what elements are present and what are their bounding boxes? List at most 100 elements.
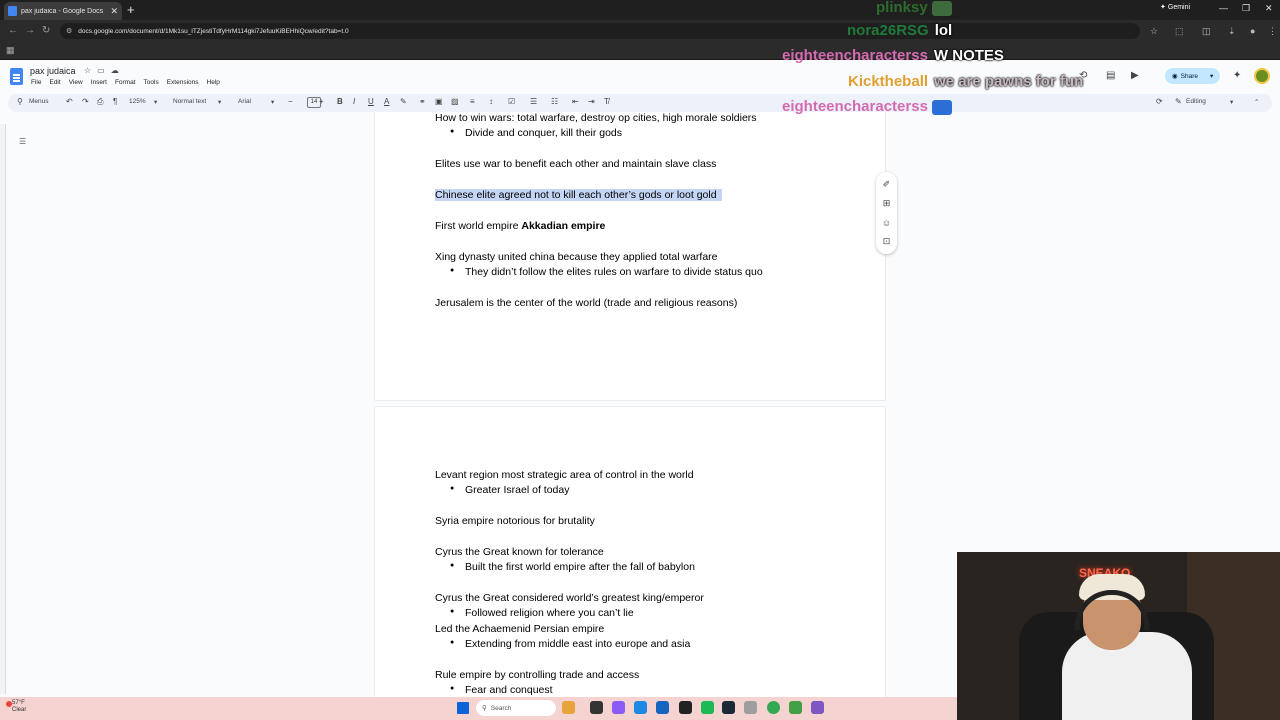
redo-icon[interactable]: ↷	[82, 97, 89, 106]
checklist-icon[interactable]: ☑	[508, 97, 515, 106]
doc-bullet-item[interactable]: They didn’t follow the elites rules on w…	[450, 266, 763, 278]
bold-icon[interactable]: B	[337, 97, 343, 106]
apps-grid-icon[interactable]: ▦	[6, 45, 15, 56]
taskbar-app-edge-icon[interactable]	[634, 701, 647, 714]
comments-icon[interactable]: ▤	[1106, 70, 1115, 81]
doc-paragraph[interactable]: Rule empire by controlling trade and acc…	[435, 669, 639, 681]
font-dropdown-icon[interactable]: ▾	[271, 98, 274, 106]
windows-start-icon[interactable]	[457, 702, 469, 714]
undo-icon[interactable]: ↶	[66, 97, 73, 106]
taskbar-app-steam-icon[interactable]	[722, 701, 735, 714]
doc-bullet-item[interactable]: Divide and conquer, kill their gods	[450, 127, 622, 139]
text-color-icon[interactable]: A	[384, 97, 389, 106]
maximize-icon[interactable]: ❐	[1242, 3, 1250, 14]
minimize-icon[interactable]: —	[1219, 3, 1228, 13]
menu-view[interactable]: View	[69, 79, 83, 86]
doc-paragraph[interactable]: Cyrus the Great considered world’s great…	[435, 592, 704, 604]
menu-format[interactable]: Format	[115, 79, 136, 86]
taskbar-app-discord-icon[interactable]	[811, 701, 824, 714]
add-comment-icon[interactable]: ▣	[435, 97, 443, 106]
style-dropdown-icon[interactable]: ▾	[218, 98, 221, 106]
taskbar-app-tool-icon[interactable]	[744, 701, 757, 714]
share-button[interactable]: ◉ Share ▾	[1165, 68, 1220, 84]
weather-widget[interactable]: 57°F Clear	[12, 700, 26, 714]
bulleted-list-icon[interactable]: ☰	[530, 97, 537, 106]
decrease-indent-icon[interactable]: ⇤	[572, 97, 579, 106]
doc-paragraph[interactable]: How to win wars: total warfare, destroy …	[435, 112, 757, 124]
close-window-icon[interactable]: ✕	[1265, 3, 1273, 14]
menu-tools[interactable]: Tools	[144, 79, 159, 86]
hide-menus-icon[interactable]: ⌃	[1254, 98, 1259, 106]
editing-pencil-icon[interactable]: ✎	[1175, 97, 1182, 106]
doc-paragraph[interactable]: First world empire Akkadian empire	[435, 220, 605, 232]
highlight-icon[interactable]: ✎	[400, 97, 407, 106]
doc-paragraph[interactable]: Cyrus the Great known for tolerance	[435, 546, 604, 558]
taskbar-search[interactable]: ⚲ Search	[476, 700, 556, 716]
taskbar-app-taskview-icon[interactable]	[590, 701, 603, 714]
meet-icon[interactable]: ▶	[1131, 70, 1139, 81]
docs-logo-icon[interactable]	[10, 68, 23, 85]
print-icon[interactable]: ⎙	[97, 97, 103, 107]
back-icon[interactable]: ←	[8, 25, 18, 36]
menu-edit[interactable]: Edit	[49, 79, 60, 86]
bookmark-star-icon[interactable]: ☆	[1150, 26, 1158, 37]
doc-bullet-item[interactable]: Fear and conquest	[450, 684, 552, 696]
link-icon[interactable]: ⚭	[419, 97, 426, 106]
clear-formatting-icon[interactable]: T̸	[604, 97, 609, 106]
italic-icon[interactable]: I	[353, 97, 355, 106]
zoom-select[interactable]: 125%	[129, 98, 146, 105]
editing-dropdown-icon[interactable]: ▾	[1230, 98, 1233, 106]
line-spacing-icon[interactable]: ↕	[489, 97, 493, 106]
gemini-sparkle-doc-icon[interactable]: ✦	[1233, 70, 1241, 81]
account-avatar[interactable]	[1254, 68, 1270, 84]
vertical-ruler[interactable]	[0, 124, 6, 694]
document-page-2[interactable]: Levant region most strategic area of con…	[375, 407, 885, 697]
doc-bullet-item[interactable]: Followed religion where you can’t lie	[450, 607, 634, 619]
editing-mode-select[interactable]: Editing	[1186, 98, 1206, 105]
align-icon[interactable]: ≡	[470, 97, 475, 106]
decrease-font-icon[interactable]: −	[288, 97, 293, 106]
site-info-icon[interactable]: ⚙	[66, 27, 72, 35]
font-select[interactable]: Arial	[238, 98, 251, 105]
doc-paragraph[interactable]: Elites use war to benefit each other and…	[435, 158, 716, 170]
cloud-status-icon[interactable]: ☁	[111, 66, 119, 75]
edit-with-gemini-icon[interactable]: ✐	[883, 179, 891, 190]
emoji-reaction-icon[interactable]: ☺	[882, 218, 891, 228]
taskbar-app-obs-icon[interactable]	[679, 701, 692, 714]
doc-paragraph[interactable]: Syria empire notorious for brutality	[435, 515, 595, 527]
doc-paragraph[interactable]: Levant region most strategic area of con…	[435, 469, 694, 481]
document-outline-icon[interactable]: ☰	[19, 137, 26, 146]
gemini-help-icon[interactable]: ⟳	[1156, 97, 1163, 106]
taskbar-app-explorer-icon[interactable]	[656, 701, 669, 714]
browser-menu-icon[interactable]: ⋮	[1268, 26, 1277, 37]
new-tab-button[interactable]: +	[127, 2, 135, 17]
document-page-1[interactable]: How to win wars: total warfare, destroy …	[375, 112, 885, 400]
move-folder-icon[interactable]: ▭	[97, 66, 105, 75]
taskbar-app-copilot-icon[interactable]	[612, 701, 625, 714]
star-icon[interactable]: ☆	[84, 66, 91, 75]
tab-close-icon[interactable]: ✕	[110, 6, 118, 17]
doc-bullet-item[interactable]: Greater Israel of today	[450, 484, 570, 496]
doc-bullet-item[interactable]: Extending from middle east into europe a…	[450, 638, 690, 650]
document-title[interactable]: pax judaica	[30, 66, 76, 76]
taskbar-app-widgets-icon[interactable]	[562, 701, 575, 714]
increase-font-icon[interactable]: +	[319, 97, 324, 106]
insert-image-icon[interactable]: ▨	[451, 97, 459, 106]
increase-indent-icon[interactable]: ⇥	[588, 97, 595, 106]
numbered-list-icon[interactable]: ☷	[551, 97, 558, 106]
menus-search[interactable]: Menus	[29, 98, 49, 105]
forward-icon[interactable]: →	[25, 25, 35, 36]
taskbar-app-sheets-icon[interactable]	[789, 701, 802, 714]
profile-circle-icon[interactable]: ●	[1250, 26, 1255, 36]
profile-icon[interactable]: ◫	[1202, 26, 1211, 37]
doc-paragraph[interactable]: Jerusalem is the center of the world (tr…	[435, 297, 737, 309]
gemini-button[interactable]: ✦ Gemini	[1160, 3, 1190, 12]
menu-insert[interactable]: Insert	[91, 79, 107, 86]
zoom-dropdown-icon[interactable]: ▾	[154, 98, 157, 106]
add-comment-side-icon[interactable]: ⊞	[883, 198, 891, 209]
browser-tab-docs[interactable]: pax judaica - Google Docs ✕	[4, 2, 122, 20]
doc-bullet-item[interactable]: Built the first world empire after the f…	[450, 561, 695, 573]
download-icon[interactable]: ⇣	[1228, 26, 1236, 37]
suggest-edits-icon[interactable]: ⊡	[883, 236, 891, 247]
doc-paragraph[interactable]: Chinese elite agreed not to kill each ot…	[435, 189, 722, 201]
